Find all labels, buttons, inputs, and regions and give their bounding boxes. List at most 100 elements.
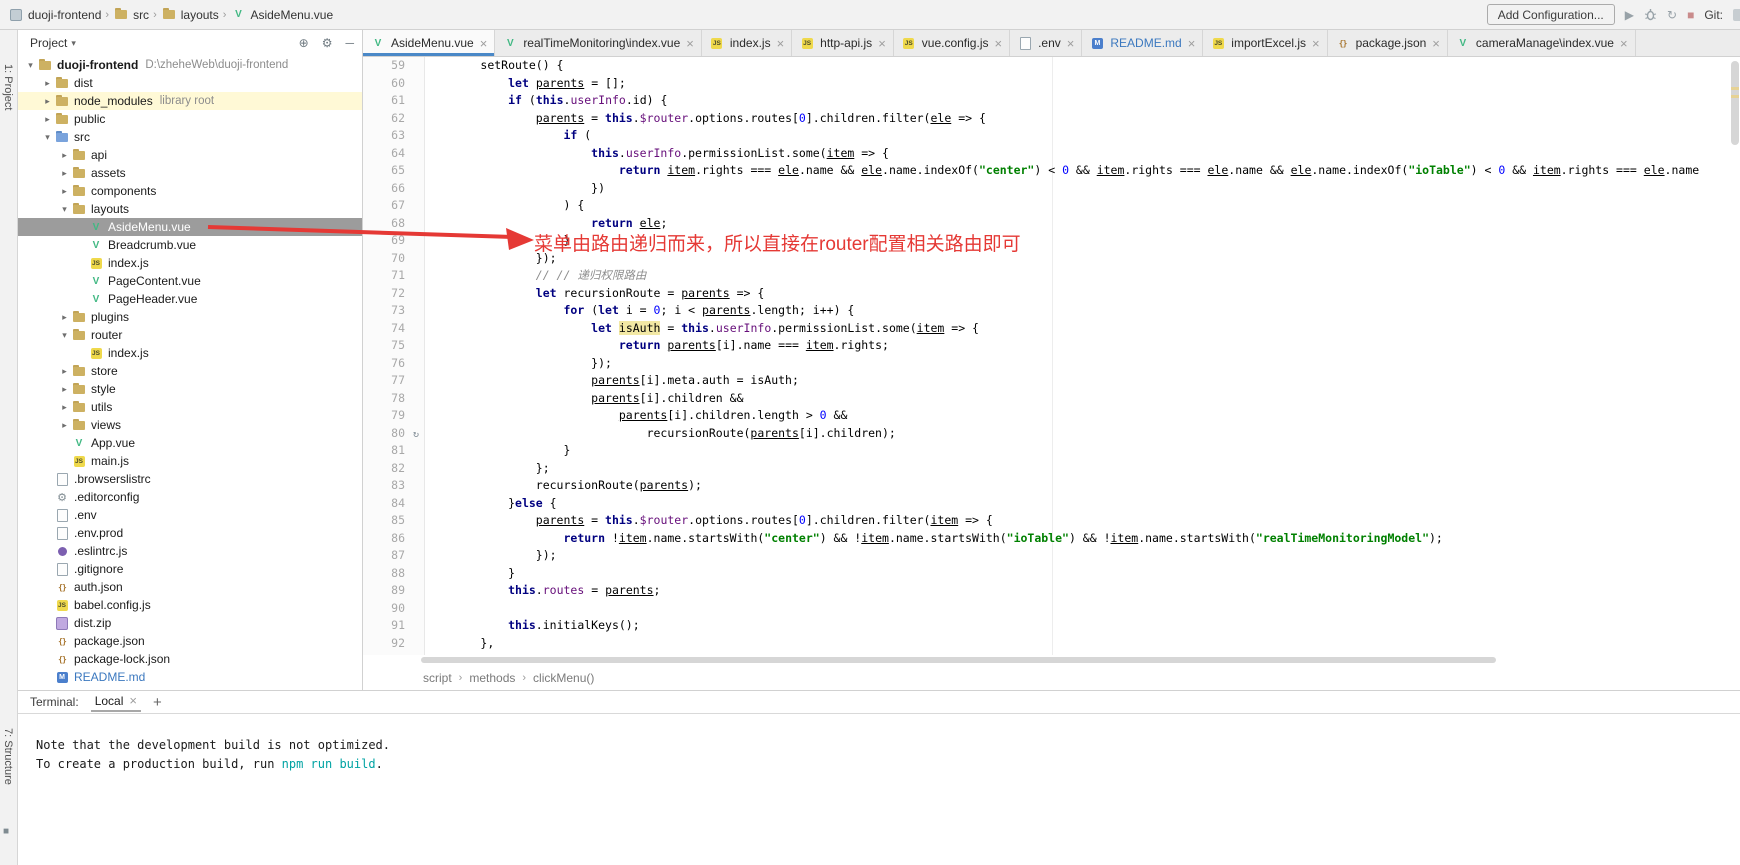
tree-item-.eslintrc.js[interactable]: .eslintrc.js (18, 542, 362, 560)
tree-item-public[interactable]: ▸public (18, 110, 362, 128)
chevron-collapsed-icon[interactable]: ▸ (58, 312, 71, 323)
breadcrumb-item-src[interactable]: src (113, 7, 149, 22)
line-number[interactable]: 71 (363, 267, 407, 285)
chevron-collapsed-icon[interactable]: ▸ (41, 114, 54, 125)
tree-item-.env.prod[interactable]: .env.prod (18, 524, 362, 542)
locate-file-icon[interactable]: ⊕ (299, 37, 309, 49)
close-tab-icon[interactable]: × (1312, 37, 1320, 50)
tree-item-App.vue[interactable]: App.vue (18, 434, 362, 452)
editor-tab-package.json[interactable]: package.json× (1328, 30, 1448, 56)
tree-item-plugins[interactable]: ▸plugins (18, 308, 362, 326)
line-number[interactable]: 89 (363, 582, 407, 600)
close-tab-icon[interactable]: × (1620, 37, 1628, 50)
close-tab-icon[interactable]: × (129, 694, 137, 707)
tree-item-duoji-frontend[interactable]: ▾duoji-frontendD:\zheheWeb\duoji-fronten… (18, 56, 362, 74)
tree-item-.gitignore[interactable]: .gitignore (18, 560, 362, 578)
tree-item-index.js[interactable]: index.js (18, 344, 362, 362)
line-number[interactable]: 74 (363, 320, 407, 338)
line-number[interactable]: 79 (363, 407, 407, 425)
tree-item-style[interactable]: ▸style (18, 380, 362, 398)
tree-item-package.json[interactable]: package.json (18, 632, 362, 650)
line-number[interactable]: 67 (363, 197, 407, 215)
new-terminal-session-icon[interactable]: + (153, 695, 162, 710)
tree-item-dist.zip[interactable]: dist.zip (18, 614, 362, 632)
tree-item-dist[interactable]: ▸dist (18, 74, 362, 92)
chevron-expanded-icon[interactable]: ▾ (41, 132, 54, 143)
editor-tab-importExcel.js[interactable]: importExcel.js× (1203, 30, 1327, 56)
breadcrumb-item-duoji-frontend[interactable]: duoji-frontend (8, 7, 101, 22)
toolwindow-button-project[interactable]: 1: Project (2, 64, 14, 110)
close-tab-icon[interactable]: × (878, 37, 886, 50)
line-number[interactable]: 59 (363, 57, 407, 75)
scrollbar-thumb[interactable] (421, 657, 1496, 663)
close-tab-icon[interactable]: × (480, 37, 488, 50)
line-number[interactable]: 83 (363, 477, 407, 495)
update-project-icon[interactable]: ↻ (1667, 9, 1677, 21)
toolwindow-stripe-icon[interactable]: ■ (3, 826, 9, 837)
chevron-expanded-icon[interactable]: ▾ (24, 60, 37, 71)
editor-tab-cameraManage-index.vue[interactable]: cameraManage\index.vue× (1448, 30, 1636, 56)
tree-item-auth.json[interactable]: auth.json (18, 578, 362, 596)
editor-tab-README.md[interactable]: README.md× (1082, 30, 1203, 56)
tree-item-router[interactable]: ▾router (18, 326, 362, 344)
editor-tab-http-api.js[interactable]: http-api.js× (792, 30, 894, 56)
close-tab-icon[interactable]: × (994, 37, 1002, 50)
line-number[interactable]: 84 (363, 495, 407, 513)
line-number[interactable]: 90 (363, 600, 407, 618)
chevron-collapsed-icon[interactable]: ▸ (58, 366, 71, 377)
tree-item-src[interactable]: ▾src (18, 128, 362, 146)
chevron-collapsed-icon[interactable]: ▸ (58, 150, 71, 161)
breadcrumb-item-clickMenu-[interactable]: clickMenu() (533, 671, 594, 685)
hide-panel-icon[interactable]: ─ (345, 37, 354, 49)
tree-item-.env[interactable]: .env (18, 506, 362, 524)
tree-item-README.md[interactable]: README.md (18, 668, 362, 686)
toolwindow-button-structure[interactable]: 7: Structure (2, 728, 14, 785)
tree-item-package-lock.json[interactable]: package-lock.json (18, 650, 362, 668)
line-number[interactable]: 68 (363, 215, 407, 233)
tree-item-store[interactable]: ▸store (18, 362, 362, 380)
tree-item-AsideMenu.vue[interactable]: AsideMenu.vue (18, 218, 362, 236)
close-tab-icon[interactable]: × (1188, 37, 1196, 50)
line-number[interactable]: 65 (363, 162, 407, 180)
line-number[interactable]: 75 (363, 337, 407, 355)
editor-tab-index.js[interactable]: index.js× (702, 30, 792, 56)
line-number[interactable]: 85 (363, 512, 407, 530)
line-number[interactable]: 60 (363, 75, 407, 93)
line-number[interactable]: 69 (363, 232, 407, 250)
chevron-collapsed-icon[interactable]: ▸ (41, 78, 54, 89)
tree-item-.browserslistrc[interactable]: .browserslistrc (18, 470, 362, 488)
tree-item-components[interactable]: ▸components (18, 182, 362, 200)
close-tab-icon[interactable]: × (777, 37, 785, 50)
editor-tab-.env[interactable]: .env× (1010, 30, 1082, 56)
tree-item-.editorconfig[interactable]: .editorconfig (18, 488, 362, 506)
editor-tab-AsideMenu.vue[interactable]: AsideMenu.vue× (363, 30, 495, 56)
tree-item-babel.config.js[interactable]: babel.config.js (18, 596, 362, 614)
line-number[interactable]: 88 (363, 565, 407, 583)
vcs-icon[interactable] (1733, 9, 1740, 21)
line-number[interactable]: 63 (363, 127, 407, 145)
line-number[interactable]: 61 (363, 92, 407, 110)
close-tab-icon[interactable]: × (1067, 37, 1075, 50)
line-number[interactable]: 77 (363, 372, 407, 390)
horizontal-scrollbar[interactable] (363, 655, 1740, 665)
tree-item-api[interactable]: ▸api (18, 146, 362, 164)
tree-item-PageContent.vue[interactable]: PageContent.vue (18, 272, 362, 290)
tree-item-Breadcrumb.vue[interactable]: Breadcrumb.vue (18, 236, 362, 254)
chevron-collapsed-icon[interactable]: ▸ (58, 402, 71, 413)
line-number[interactable]: 66 (363, 180, 407, 198)
editor-tab-realTimeMonitoring-index.vue[interactable]: realTimeMonitoring\index.vue× (495, 30, 702, 56)
line-number[interactable]: 78 (363, 390, 407, 408)
line-number[interactable]: 72 (363, 285, 407, 303)
line-number[interactable]: 86 (363, 530, 407, 548)
breadcrumb-item-script[interactable]: script (423, 671, 452, 685)
project-view-selector[interactable]: Project (30, 36, 67, 50)
debug-icon[interactable] (1644, 8, 1657, 21)
terminal-output[interactable]: Note that the development build is not o… (18, 714, 1740, 865)
breadcrumb-item-AsideMenu.vue[interactable]: AsideMenu.vue (230, 7, 333, 22)
tree-item-views[interactable]: ▸views (18, 416, 362, 434)
close-tab-icon[interactable]: × (686, 37, 694, 50)
line-number[interactable]: 64 (363, 145, 407, 163)
line-number[interactable]: 76 (363, 355, 407, 373)
tree-item-layouts[interactable]: ▾layouts (18, 200, 362, 218)
settings-icon[interactable]: ⚙ (322, 37, 333, 49)
